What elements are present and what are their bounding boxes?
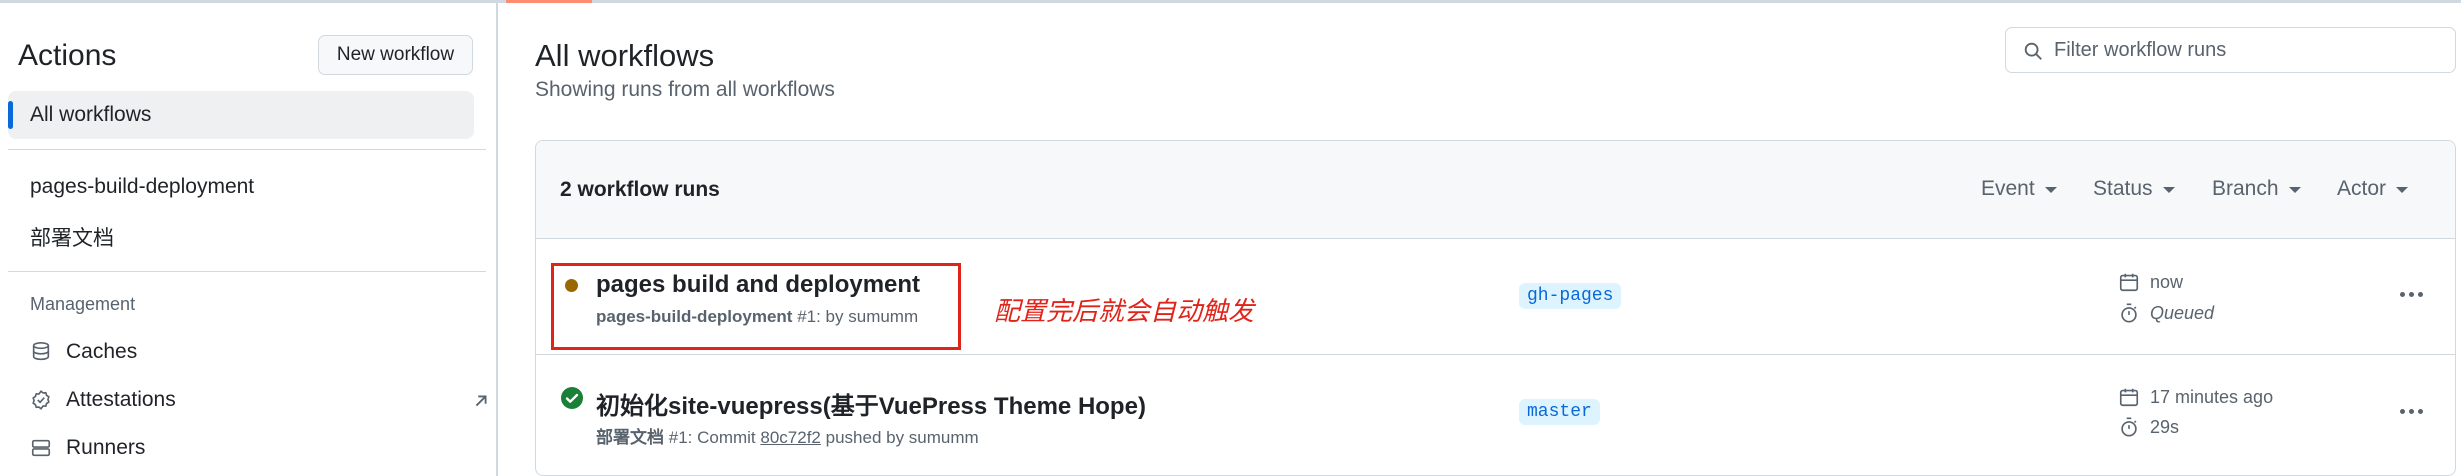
filter-event-dropdown[interactable]: Event xyxy=(1981,177,2057,201)
database-icon xyxy=(32,342,50,361)
filter-branch-dropdown[interactable]: Branch xyxy=(2212,177,2301,201)
run-duration: Queued xyxy=(2118,300,2214,326)
calendar-icon xyxy=(2119,273,2139,292)
annotation-text: 配置完后就会自动触发 xyxy=(994,297,1255,327)
run-duration: 29s xyxy=(2118,414,2179,440)
sidebar-item-workflow[interactable]: 部署文档 xyxy=(30,222,114,252)
kebab-menu-icon[interactable] xyxy=(2396,279,2426,309)
run-duration-text: 29s xyxy=(2150,416,2180,437)
runs-count: 2 workflow runs xyxy=(560,178,720,201)
run-duration-text: Queued xyxy=(2150,302,2215,323)
verified-icon xyxy=(32,390,50,410)
dropdown-label: Event xyxy=(1981,177,2035,200)
run-meta: 部署文档 #1: Commit 80c72f2 pushed by sumumm xyxy=(596,423,979,448)
dropdown-label: Actor xyxy=(2337,177,2387,200)
triangle-down-icon xyxy=(2396,187,2409,193)
run-title-link[interactable]: 初始化site-vuepress(基于VuePress Theme Hope) xyxy=(596,386,1146,421)
sidebar-divider xyxy=(8,271,486,272)
dropdown-label: Status xyxy=(2093,177,2153,200)
workflow-runs-box: 2 workflow runs Event Status Branch Acto… xyxy=(535,140,2456,476)
run-meta-text: #1: Commit xyxy=(668,428,756,447)
calendar-icon xyxy=(2119,388,2139,407)
filter-status-dropdown[interactable]: Status xyxy=(2093,177,2175,201)
page-title: All workflows xyxy=(535,38,715,73)
sidebar-item-caches[interactable]: Caches xyxy=(30,337,470,367)
workflow-run-row[interactable]: 初始化site-vuepress(基于VuePress Theme Hope) … xyxy=(536,356,2455,472)
kebab-menu-icon[interactable] xyxy=(2396,396,2426,426)
check-circle-icon xyxy=(561,387,583,409)
workflow-run-row[interactable]: pages build and deployment pages-build-d… xyxy=(536,239,2455,355)
filter-workflow-runs[interactable] xyxy=(2005,27,2456,73)
run-time-text: 17 minutes ago xyxy=(2150,386,2274,407)
triangle-down-icon xyxy=(2044,187,2057,193)
new-workflow-button[interactable]: New workflow xyxy=(318,35,473,75)
run-time: now xyxy=(2118,269,2183,295)
sidebar-title: Actions xyxy=(18,39,117,72)
management-heading: Management xyxy=(30,294,136,314)
sidebar-divider xyxy=(8,149,486,150)
runs-header: 2 workflow runs Event Status Branch Acto… xyxy=(536,141,2455,239)
sidebar-item-label: All workflows xyxy=(30,103,152,126)
commit-link[interactable]: 80c72f2 xyxy=(760,428,821,447)
sidebar-item-label: Runners xyxy=(66,436,146,459)
sidebar-item-all-workflows[interactable]: All workflows xyxy=(8,91,474,139)
sidebar-item-runners[interactable]: Runners xyxy=(30,433,470,463)
page-subtitle: Showing runs from all workflows xyxy=(535,78,835,101)
run-time: 17 minutes ago xyxy=(2118,384,2273,410)
run-workflow-name: 部署文档 xyxy=(596,428,664,447)
active-tab-underline xyxy=(506,0,592,3)
sidebar-item-workflow[interactable]: pages-build-deployment xyxy=(30,175,254,199)
triangle-down-icon xyxy=(2288,187,2301,193)
annotation-highlight-box xyxy=(551,263,961,350)
triangle-down-icon xyxy=(2162,187,2175,193)
search-icon xyxy=(2024,42,2042,60)
stopwatch-icon xyxy=(2121,303,2137,323)
branch-label[interactable]: master xyxy=(1519,399,1600,425)
selected-indicator xyxy=(8,101,13,129)
sidebar-item-label: Caches xyxy=(66,340,138,363)
filter-actor-dropdown[interactable]: Actor xyxy=(2337,177,2409,201)
run-time-text: now xyxy=(2150,271,2184,292)
dropdown-label: Branch xyxy=(2212,177,2279,200)
external-link-icon xyxy=(475,395,487,407)
actions-sidebar: Actions New workflow All workflows pages… xyxy=(0,3,498,476)
sidebar-item-attestations[interactable]: Attestations xyxy=(30,385,487,415)
run-meta-text: pushed by sumumm xyxy=(825,428,979,447)
sidebar-item-label: Attestations xyxy=(66,388,176,411)
search-input[interactable] xyxy=(2054,34,2444,66)
stopwatch-icon xyxy=(2121,417,2137,437)
branch-label[interactable]: gh-pages xyxy=(1519,283,1622,309)
server-icon xyxy=(31,439,51,457)
